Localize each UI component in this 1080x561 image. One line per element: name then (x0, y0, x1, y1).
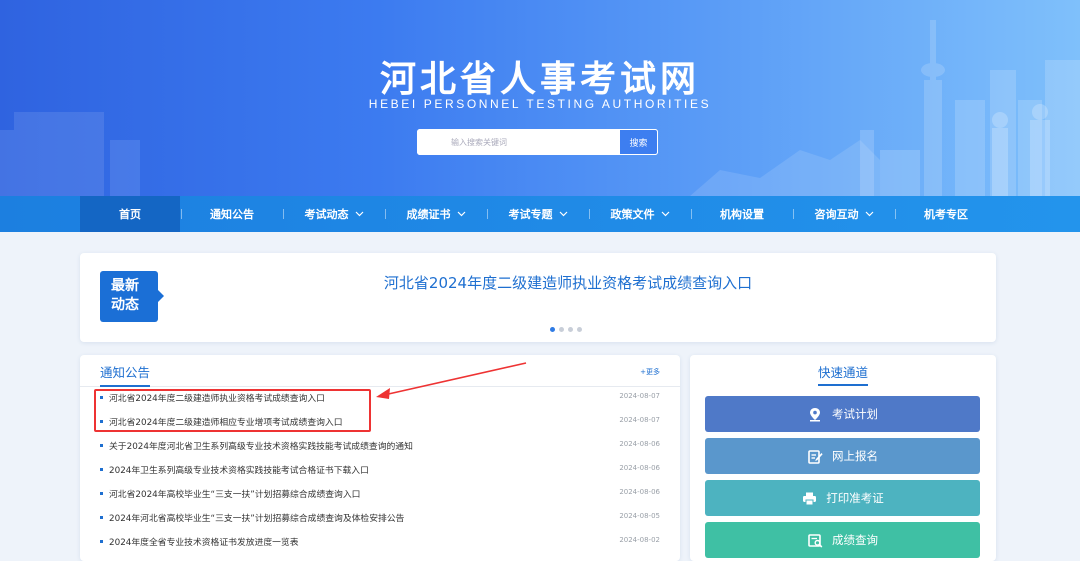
nav-divider (895, 209, 896, 219)
carousel-dot[interactable] (577, 327, 582, 332)
notice-item-title[interactable]: 2024年河北省高校毕业生“三支一扶”计划招募综合成绩查询及体检安排公告 (109, 511, 404, 524)
bullet-icon (100, 540, 103, 543)
nav-item-label: 政策文件 (610, 208, 655, 221)
notice-item-date: 2024-08-02 (619, 536, 660, 544)
notice-item-title[interactable]: 2024年度全省专业技术资格证书发放进度一览表 (109, 535, 299, 548)
notice-item-date: 2024-08-06 (619, 440, 660, 448)
nav-divider (589, 209, 590, 219)
notice-item-title[interactable]: 2024年卫生系列高级专业技术资格实践技能考试合格证书下载入口 (109, 463, 369, 476)
quick-access-title-text: 快速通道 (817, 365, 868, 386)
carousel-dot[interactable] (559, 327, 564, 332)
red-highlight-box (94, 389, 371, 432)
nav-divider (793, 209, 794, 219)
nav-divider (181, 209, 182, 219)
quick-button-label: 打印准考证 (826, 491, 884, 505)
printer-icon (801, 490, 817, 506)
nav-item-notices[interactable]: 通知公告 (182, 196, 282, 232)
latest-news-badge: 最新 动态 (100, 271, 164, 322)
nav-divider (487, 209, 488, 219)
quick-button-label: 成绩查询 (832, 533, 878, 547)
nav-item-policy-documents[interactable]: 政策文件 (590, 196, 690, 232)
nav-item-consultation[interactable]: 咨询互动 (794, 196, 894, 232)
site-title: 河北省人事考试网 (379, 59, 700, 100)
more-link[interactable]: +更多 (640, 367, 660, 377)
nav-item-label: 机考专区 (924, 208, 968, 221)
nav-item-exam-news[interactable]: 考试动态 (284, 196, 384, 232)
chevron-down-icon (457, 209, 466, 220)
notice-item-date: 2024-08-07 (619, 392, 660, 400)
nav-divider (691, 209, 692, 219)
carousel-dot-active[interactable] (550, 327, 555, 332)
news-ticker-panel: 最新 动态 河北省2024年度二级建造师执业资格考试成绩查询入口 (80, 253, 996, 342)
nav-item-label: 咨询互动 (814, 208, 859, 221)
notice-item-title[interactable]: 关于2024年度河北省卫生系列高级专业技术资格实践技能考试成绩查询的通知 (109, 439, 413, 452)
search-input[interactable] (417, 129, 619, 155)
quick-button-label: 考试计划 (832, 407, 878, 421)
exam-plan-button[interactable]: 考试计划 (705, 396, 980, 432)
notice-item[interactable]: 2024年度全省专业技术资格证书发放进度一览表 2024-08-02 (80, 531, 680, 555)
nav-item-home[interactable]: 首页 (80, 196, 180, 232)
notice-panel-title[interactable]: 通知公告 (100, 362, 151, 387)
nav-item-organization[interactable]: 机构设置 (692, 196, 792, 232)
nav-item-label: 成绩证书 (406, 208, 451, 221)
carousel-dot[interactable] (568, 327, 573, 332)
nav-item-label: 考试动态 (304, 208, 349, 221)
notice-item[interactable]: 关于2024年度河北省卫生系列高级专业技术资格实践技能考试成绩查询的通知 202… (80, 435, 680, 459)
chevron-down-icon (661, 209, 670, 220)
nav-item-label: 通知公告 (210, 208, 254, 221)
chevron-down-icon (865, 209, 874, 220)
quick-access-title: 快速通道 (690, 362, 996, 386)
chevron-down-icon (559, 209, 568, 220)
edit-form-icon (807, 448, 823, 464)
badge-line: 动态 (111, 297, 139, 313)
quick-access-panel: 快速通道 考试计划 网上报名 打印准考证 成绩查询 (690, 355, 996, 561)
nav-item-exam-topics[interactable]: 考试专题 (488, 196, 588, 232)
nav-item-computer-exam[interactable]: 机考专区 (896, 196, 996, 232)
bullet-icon (100, 516, 103, 519)
quick-button-label: 网上报名 (832, 449, 878, 463)
score-search-icon (807, 532, 823, 548)
notice-item-date: 2024-08-07 (619, 416, 660, 424)
notice-item[interactable]: 河北省2024年高校毕业生“三支一扶”计划招募综合成绩查询入口 2024-08-… (80, 483, 680, 507)
search-button[interactable]: 搜索 (619, 129, 658, 155)
bullet-icon (100, 444, 103, 447)
nav-item-label: 机构设置 (720, 208, 764, 221)
red-arrow-annotation (376, 362, 527, 399)
online-registration-button[interactable]: 网上报名 (705, 438, 980, 474)
nav-item-label: 首页 (119, 208, 141, 221)
main-nav: 首页 通知公告 考试动态 成绩证书 考试专题 政策文件 机构设置 咨询互动 机考… (0, 196, 1080, 232)
notice-item-date: 2024-08-05 (619, 512, 660, 520)
location-pin-icon (807, 406, 823, 422)
bullet-icon (100, 468, 103, 471)
news-headline-link[interactable]: 河北省2024年度二级建造师执业资格考试成绩查询入口 (180, 272, 956, 293)
nav-item-scores-certificates[interactable]: 成绩证书 (386, 196, 486, 232)
notice-item[interactable]: 2024年河北省高校毕业生“三支一扶”计划招募综合成绩查询及体检安排公告 202… (80, 507, 680, 531)
nav-item-label: 考试专题 (508, 208, 553, 221)
chevron-down-icon (355, 209, 364, 220)
score-query-button[interactable]: 成绩查询 (705, 522, 980, 558)
notice-item-title[interactable]: 河北省2024年高校毕业生“三支一扶”计划招募综合成绩查询入口 (109, 487, 360, 500)
nav-divider (283, 209, 284, 219)
site-subtitle: HEBEI PERSONNEL TESTING AUTHORITIES (368, 97, 712, 111)
nav-divider (385, 209, 386, 219)
notice-item[interactable]: 2024年卫生系列高级专业技术资格实践技能考试合格证书下载入口 2024-08-… (80, 459, 680, 483)
carousel-indicators (550, 327, 582, 332)
badge-line: 最新 (111, 278, 139, 294)
header-banner: 河北省人事考试网 HEBEI PERSONNEL TESTING AUTHORI… (0, 0, 1080, 196)
bullet-icon (100, 492, 103, 495)
notice-item-date: 2024-08-06 (619, 488, 660, 496)
notice-item-date: 2024-08-06 (619, 464, 660, 472)
print-admission-ticket-button[interactable]: 打印准考证 (705, 480, 980, 516)
